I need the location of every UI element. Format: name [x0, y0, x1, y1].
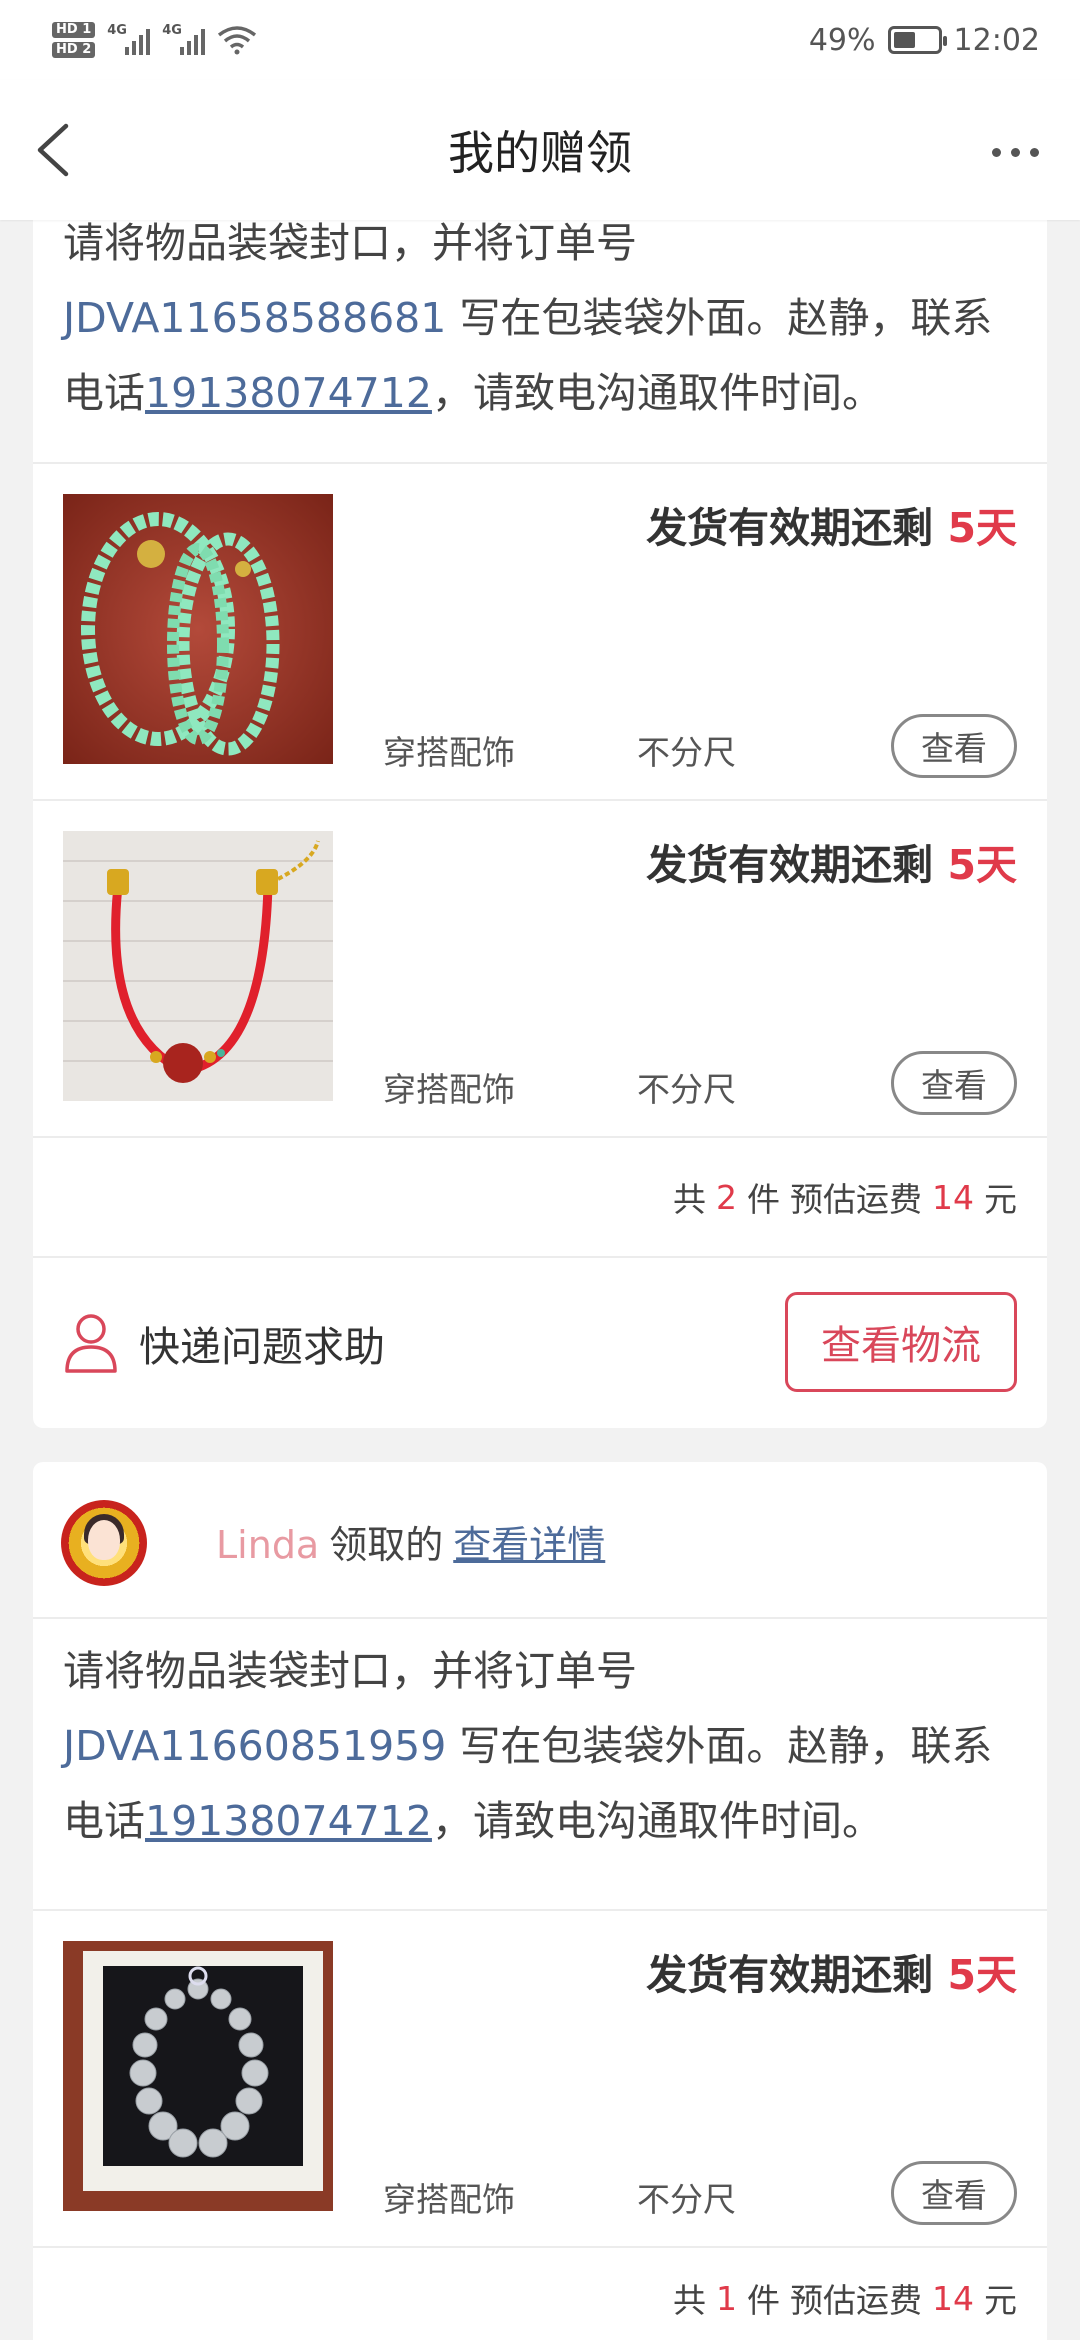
notice-prefix: 请将物品装袋封口，并将订单号 [63, 1647, 637, 1695]
notice-prefix: 请将物品装袋封口，并将订单号 [63, 219, 637, 267]
summary-fee-label: 预估运费 [790, 1180, 922, 1219]
summary-count-suffix: 件 [747, 2281, 780, 2320]
item-size: 不分尺 [637, 1070, 736, 1109]
item-category: 穿搭配饰 [383, 733, 515, 772]
receiver-name: Linda [216, 1523, 320, 1567]
order-summary: 共 1 件 预估运费 14 元 [33, 2248, 1047, 2340]
view-logistics-button[interactable]: 查看物流 [785, 1292, 1017, 1392]
gift-item: 发货有效期还剩 5天 穿搭配饰 不分尺 查看 [33, 464, 1047, 799]
gift-card-2: Linda 领取的 查看详情 请将物品装袋封口，并将订单号 JDVA11660851… [33, 1462, 1047, 2340]
summary-count: 1 [716, 2278, 737, 2318]
order-number: JDVA11660851959 [63, 1722, 447, 1770]
summary-fee-label: 预估运费 [790, 2281, 922, 2320]
status-left: HD 1 HD 2 4G 4G [52, 22, 257, 58]
battery-percent: 49% [808, 22, 876, 58]
summary-total-prefix: 共 [673, 1180, 706, 1219]
product-image-red-bracelet[interactable] [63, 831, 333, 1101]
network-type-2: 4G [162, 23, 182, 38]
receiver-row: Linda 领取的 查看详情 [33, 1462, 1047, 1617]
product-image-jade-necklace[interactable] [63, 494, 333, 764]
status-right: 49% 12:02 [809, 23, 1040, 58]
gift-item: 发货有效期还剩 5天 穿搭配饰 不分尺 查看 [33, 801, 1047, 1136]
network-type-1: 4G [107, 23, 127, 38]
receiver-taken-label: 领取的 [329, 1523, 444, 1567]
deadline-label: 发货有效期还剩 [646, 1951, 948, 1999]
courier-help-link[interactable]: 快递问题求助 [139, 1313, 385, 1373]
wifi-icon [218, 26, 257, 55]
summary-count: 2 [716, 1177, 737, 1217]
deadline-days: 5天 [947, 1951, 1017, 1999]
gift-card-1: 请将物品装袋封口，并将订单号 JDVA11658588681 写在包装袋外面。赵… [33, 200, 1047, 1428]
back-arrow-icon[interactable] [28, 120, 80, 180]
shipping-deadline: 发货有效期还剩 5天 [646, 1941, 1017, 2001]
deadline-label: 发货有效期还剩 [646, 504, 948, 552]
summary-fee-unit: 元 [984, 2281, 1017, 2320]
order-number: JDVA11658588681 [63, 294, 447, 342]
packing-instructions: 请将物品装袋封口，并将订单号 JDVA11660851959 写在包装袋外面。赵… [33, 1619, 1047, 1909]
notice-suffix: ，请致电沟通取件时间。 [431, 1797, 883, 1845]
status-bar: HD 1 HD 2 4G 4G 49% 12:02 [0, 0, 1080, 80]
item-size: 不分尺 [637, 733, 736, 772]
avatar[interactable] [61, 1500, 147, 1586]
summary-fee: 14 [932, 2278, 974, 2318]
summary-total-prefix: 共 [673, 2281, 706, 2320]
order-summary: 共 2 件 预估运费 14 元 [33, 1138, 1047, 1256]
receiver-line: Linda 领取的 查看详情 [216, 1514, 605, 1569]
phone-link[interactable]: 19138074712 [145, 1797, 432, 1845]
deadline-days: 5天 [947, 504, 1017, 552]
product-image-pearl-bracelet[interactable] [63, 1941, 333, 2211]
nav-bar: 我的赠领 [0, 80, 1080, 220]
item-category: 穿搭配饰 [383, 1070, 515, 1109]
deadline-days: 5天 [947, 841, 1017, 889]
shipping-deadline: 发货有效期还剩 5天 [646, 494, 1017, 554]
item-category: 穿搭配饰 [383, 2180, 515, 2219]
shipping-deadline: 发货有效期还剩 5天 [646, 831, 1017, 891]
packing-instructions: 请将物品装袋封口，并将订单号 JDVA11658588681 写在包装袋外面。赵… [33, 200, 1047, 462]
view-item-button[interactable]: 查看 [891, 2161, 1017, 2225]
courier-help-row: 快递问题求助 查看物流 [33, 1258, 1047, 1428]
summary-count-suffix: 件 [747, 1180, 780, 1219]
item-size: 不分尺 [637, 2180, 736, 2219]
phone-link[interactable]: 19138074712 [145, 369, 432, 417]
notice-suffix: ，请致电沟通取件时间。 [431, 369, 883, 417]
hd-badges: HD 1 HD 2 [52, 22, 96, 58]
view-item-button[interactable]: 查看 [891, 714, 1017, 778]
person-icon [65, 1314, 117, 1373]
gift-item: 发货有效期还剩 5天 穿搭配饰 不分尺 查看 [33, 1911, 1047, 2246]
clock: 12:02 [953, 22, 1040, 58]
signal-icon-1: 4G [107, 23, 151, 55]
page-title: 我的赠领 [448, 126, 632, 180]
view-item-button[interactable]: 查看 [891, 1051, 1017, 1115]
summary-fee: 14 [932, 1177, 974, 1217]
signal-icon-2: 4G [162, 23, 206, 55]
deadline-label: 发货有效期还剩 [646, 841, 948, 889]
summary-fee-unit: 元 [984, 1180, 1017, 1219]
view-details-link[interactable]: 查看详情 [453, 1523, 605, 1567]
hd1-badge: HD 1 [52, 22, 96, 38]
battery-icon [887, 26, 947, 54]
hd2-badge: HD 2 [52, 42, 96, 58]
more-options-icon[interactable] [980, 132, 1050, 172]
